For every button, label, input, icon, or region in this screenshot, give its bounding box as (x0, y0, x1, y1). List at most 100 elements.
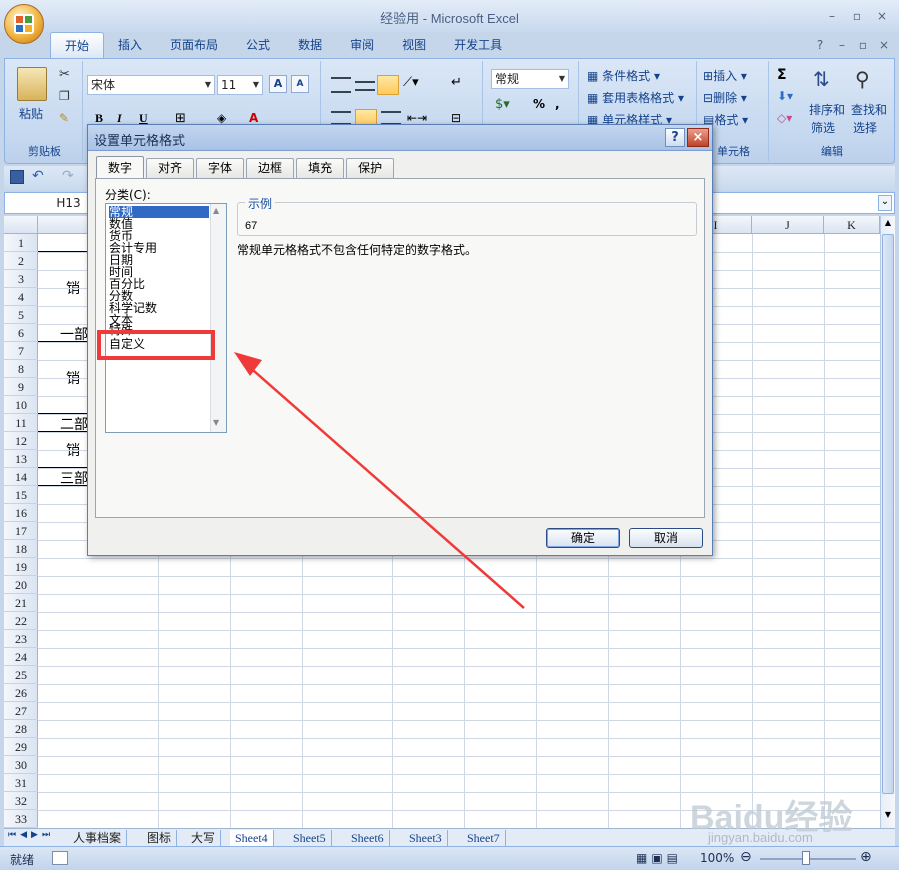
row-header[interactable]: 24 (4, 648, 38, 666)
tab-alignment[interactable]: 对齐 (146, 158, 195, 178)
row-header[interactable]: 13 (4, 450, 38, 468)
sheet-tab[interactable]: Sheet7 (462, 830, 506, 846)
category-list[interactable]: 常规 数值 货币 会计专用 日期 时间 百分比 分数 科学记数 文本 特殊 自定… (105, 203, 227, 433)
align-right-icon[interactable] (381, 111, 401, 125)
scroll-up-icon[interactable]: ▲ (213, 206, 219, 215)
scroll-thumb[interactable] (882, 234, 894, 794)
row-header[interactable]: 29 (4, 738, 38, 756)
zoom-slider-thumb[interactable] (802, 851, 810, 865)
insert-cells-button[interactable]: ⊞插入 ▾ (703, 67, 747, 84)
clear-icon[interactable]: ◇▾ (777, 111, 792, 125)
tab-view[interactable]: 视图 (388, 32, 440, 58)
merge-icon[interactable]: ⊟ (451, 111, 461, 125)
doc-restore-button[interactable]: ▫ (853, 37, 873, 53)
column-header-j[interactable]: J (752, 216, 824, 234)
currency-icon[interactable]: $▾ (495, 97, 510, 112)
sheet-tab[interactable]: 人事档案 (68, 830, 128, 846)
find-select-button-line2[interactable]: 选择 (853, 119, 877, 136)
tab-page-layout[interactable]: 页面布局 (156, 32, 232, 58)
undo-icon[interactable]: ↶ (32, 168, 44, 184)
tab-review[interactable]: 审阅 (336, 32, 388, 58)
orientation-icon[interactable]: ⟋▾ (403, 75, 419, 90)
cut-icon[interactable]: ✂ (59, 67, 70, 82)
save-icon[interactable] (10, 170, 24, 184)
scroll-up-icon[interactable]: ▲ (883, 218, 893, 230)
sort-filter-button[interactable]: 排序和 (809, 101, 845, 118)
autosum-button[interactable]: Σ (777, 67, 787, 83)
fill-color-icon[interactable]: ◈ (217, 111, 226, 125)
copy-icon[interactable]: ❐ (59, 89, 70, 103)
delete-cells-button[interactable]: ⊟删除 ▾ (703, 89, 747, 106)
row-header[interactable]: 28 (4, 720, 38, 738)
sheet-tab-active[interactable]: Sheet4 (230, 830, 274, 846)
dialog-close-button[interactable]: × (687, 128, 709, 147)
tab-data[interactable]: 数据 (284, 32, 336, 58)
redo-icon[interactable]: ↷ (62, 168, 74, 184)
row-header[interactable]: 18 (4, 540, 38, 558)
sheet-tab[interactable]: 图标 (142, 830, 178, 846)
row-header[interactable]: 22 (4, 612, 38, 630)
sheet-nav-icon[interactable]: ⏮◀▶⏭ (8, 830, 54, 840)
row-header[interactable]: 5 (4, 306, 38, 324)
office-button[interactable] (4, 4, 44, 44)
wrap-text-icon[interactable]: ↵ (451, 75, 462, 90)
row-header[interactable]: 19 (4, 558, 38, 576)
view-mode-icons[interactable]: ▦▣▤ (636, 851, 682, 865)
conditional-format-button[interactable]: ▦ 条件格式 ▾ (587, 67, 660, 84)
tab-font[interactable]: 字体 (196, 158, 245, 178)
row-header[interactable]: 8 (4, 360, 38, 378)
font-name-select[interactable]: 宋体 ▼ (87, 75, 215, 95)
row-header[interactable]: 2 (4, 252, 38, 270)
category-scrollbar[interactable]: ▲ ▼ (210, 204, 226, 432)
ok-button[interactable]: 确定 (546, 528, 620, 548)
dialog-help-button[interactable]: ? (665, 128, 685, 147)
sort-filter-icon[interactable]: ⇅ (813, 67, 830, 91)
minimize-button[interactable]: – (822, 8, 842, 24)
row-header[interactable]: 26 (4, 684, 38, 702)
row-header[interactable]: 31 (4, 774, 38, 792)
row-header[interactable]: 6 (4, 324, 38, 342)
align-left-icon[interactable] (331, 111, 351, 125)
vertical-scrollbar[interactable]: ▲ ▼ (880, 216, 895, 828)
font-size-select[interactable]: 11 ▼ (217, 75, 263, 95)
maximize-button[interactable]: ▫ (847, 8, 867, 24)
tab-home[interactable]: 开始 (50, 32, 105, 58)
row-header[interactable]: 27 (4, 702, 38, 720)
row-header[interactable]: 33 (4, 810, 38, 828)
row-header[interactable]: 21 (4, 594, 38, 612)
format-painter-icon[interactable]: ✎ (59, 111, 69, 125)
row-header[interactable]: 32 (4, 792, 38, 810)
row-header[interactable]: 12 (4, 432, 38, 450)
row-header[interactable]: 7 (4, 342, 38, 360)
tab-formulas[interactable]: 公式 (232, 32, 284, 58)
percent-button[interactable]: % (533, 97, 545, 111)
row-header[interactable]: 17 (4, 522, 38, 540)
zoom-out-icon[interactable]: ⊖ (740, 849, 752, 865)
doc-close-button[interactable]: × (874, 37, 894, 53)
sheet-tab[interactable]: Sheet5 (288, 830, 332, 846)
close-window-button[interactable]: × (872, 8, 892, 24)
tab-protection[interactable]: 保护 (346, 158, 395, 178)
row-header[interactable]: 3 (4, 270, 38, 288)
column-header-k[interactable]: K (824, 216, 880, 234)
select-all-corner[interactable] (4, 216, 38, 234)
comma-button[interactable]: , (555, 97, 560, 111)
tab-insert[interactable]: 插入 (104, 32, 156, 58)
number-format-select[interactable]: 常规 ▼ (491, 69, 569, 89)
row-header[interactable]: 9 (4, 378, 38, 396)
row-header[interactable]: 10 (4, 396, 38, 414)
expand-formula-icon[interactable]: ⌄ (878, 195, 892, 211)
zoom-in-icon[interactable]: ⊕ (860, 849, 872, 865)
table-format-button[interactable]: ▦ 套用表格格式 ▾ (587, 89, 684, 106)
scroll-down-icon[interactable]: ▼ (883, 810, 893, 822)
tab-border[interactable]: 边框 (246, 158, 295, 178)
align-middle-icon[interactable] (355, 81, 375, 91)
row-header[interactable]: 4 (4, 288, 38, 306)
row-header[interactable]: 14 (4, 468, 38, 486)
paste-icon[interactable] (17, 67, 47, 101)
sheet-tab[interactable]: Sheet6 (346, 830, 390, 846)
shrink-font-button[interactable]: A (291, 75, 309, 93)
sort-filter-button-line2[interactable]: 筛选 (811, 119, 835, 136)
help-icon[interactable]: ? (810, 37, 830, 53)
grow-font-button[interactable]: A (269, 75, 287, 93)
